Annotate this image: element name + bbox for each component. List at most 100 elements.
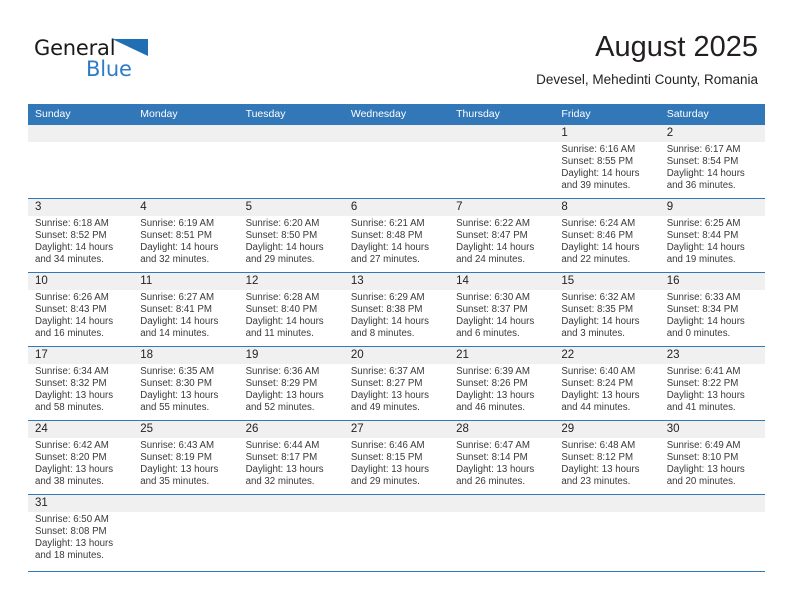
page-title: August 2025 [595, 31, 758, 63]
calendar-day-cell[interactable]: 28 Sunrise: 6:47 AM Sunset: 8:14 PM Dayl… [449, 421, 554, 494]
calendar-day-cell[interactable]: 3 Sunrise: 6:18 AM Sunset: 8:52 PM Dayli… [28, 199, 133, 272]
daylight-text-line2: and 44 minutes. [561, 402, 631, 414]
sunrise-text: Sunrise: 6:49 AM [666, 440, 741, 451]
calendar-day-cell[interactable] [133, 495, 238, 571]
sunrise-text: Sunrise: 6:32 AM [561, 292, 636, 303]
daylight-text-line2: and 32 minutes. [140, 254, 210, 266]
sunset-text: Sunset: 8:34 PM [666, 304, 739, 316]
sunrise-text: Sunrise: 6:42 AM [35, 440, 109, 451]
day-sun-info: Sunrise: 6:24 AM Sunset: 8:46 PM Dayligh… [561, 218, 653, 266]
day-number: 25 [140, 423, 154, 435]
daylight-text-line1: Daylight: 13 hours [666, 464, 745, 476]
calendar-page: General Blue August 2025 Devesel, Mehedi… [0, 0, 792, 612]
sunset-text: Sunset: 8:27 PM [350, 378, 423, 390]
general-blue-logo[interactable]: General Blue [34, 36, 224, 88]
day-number [561, 495, 653, 512]
sunrise-text: Sunrise: 6:37 AM [350, 366, 425, 377]
calendar-day-cell[interactable]: 26 Sunrise: 6:44 AM Sunset: 8:17 PM Dayl… [239, 421, 344, 494]
day-sun-info: Sunrise: 6:32 AM Sunset: 8:35 PM Dayligh… [561, 292, 653, 340]
daylight-text-line1: Daylight: 13 hours [140, 390, 219, 402]
calendar-day-cell[interactable] [239, 125, 344, 198]
calendar-day-cell[interactable]: 23 Sunrise: 6:41 AM Sunset: 8:22 PM Dayl… [660, 347, 765, 420]
calendar-day-cell[interactable]: 10 Sunrise: 6:26 AM Sunset: 8:43 PM Dayl… [28, 273, 133, 346]
calendar-day-cell[interactable] [449, 125, 554, 198]
calendar-day-cell[interactable]: 18 Sunrise: 6:35 AM Sunset: 8:30 PM Dayl… [133, 347, 238, 420]
calendar-day-cell[interactable]: 6 Sunrise: 6:21 AM Sunset: 8:48 PM Dayli… [344, 199, 449, 272]
day-number [140, 125, 232, 142]
calendar-day-cell[interactable] [660, 495, 765, 571]
daylight-text-line1: Daylight: 14 hours [35, 316, 114, 328]
calendar-day-cell[interactable]: 20 Sunrise: 6:37 AM Sunset: 8:27 PM Dayl… [344, 347, 449, 420]
day-number: 10 [35, 275, 48, 287]
day-number: 30 [666, 423, 680, 435]
calendar-day-cell[interactable]: 22 Sunrise: 6:40 AM Sunset: 8:24 PM Dayl… [554, 347, 659, 420]
calendar-day-cell[interactable]: 12 Sunrise: 6:28 AM Sunset: 8:40 PM Dayl… [239, 273, 344, 346]
calendar-day-cell[interactable]: 14 Sunrise: 6:30 AM Sunset: 8:37 PM Dayl… [449, 273, 554, 346]
sunset-text: Sunset: 8:17 PM [245, 452, 318, 464]
calendar-day-cell[interactable]: 24 Sunrise: 6:42 AM Sunset: 8:20 PM Dayl… [28, 421, 133, 494]
sunset-text: Sunset: 8:37 PM [456, 304, 528, 316]
daylight-text-line2: and 19 minutes. [666, 254, 736, 266]
day-sun-info: Sunrise: 6:42 AM Sunset: 8:20 PM Dayligh… [35, 440, 127, 488]
sunset-text: Sunset: 8:10 PM [666, 452, 739, 464]
calendar-day-cell[interactable]: 7 Sunrise: 6:22 AM Sunset: 8:47 PM Dayli… [449, 199, 554, 272]
calendar-day-cell[interactable]: 21 Sunrise: 6:39 AM Sunset: 8:26 PM Dayl… [449, 347, 554, 420]
sunset-text: Sunset: 8:19 PM [140, 452, 212, 464]
calendar-day-cell[interactable] [344, 125, 449, 198]
calendar-day-cell[interactable]: 19 Sunrise: 6:36 AM Sunset: 8:29 PM Dayl… [239, 347, 344, 420]
calendar-day-cell[interactable]: 27 Sunrise: 6:46 AM Sunset: 8:15 PM Dayl… [344, 421, 449, 494]
calendar-day-cell[interactable]: 9 Sunrise: 6:25 AM Sunset: 8:44 PM Dayli… [660, 199, 765, 272]
calendar-day-cell[interactable]: 4 Sunrise: 6:19 AM Sunset: 8:51 PM Dayli… [133, 199, 238, 272]
daylight-text-line2: and 36 minutes. [666, 180, 736, 192]
sunset-text: Sunset: 8:46 PM [561, 230, 634, 242]
calendar-day-cell[interactable]: 8 Sunrise: 6:24 AM Sunset: 8:46 PM Dayli… [554, 199, 659, 272]
blue-triangle-flag-icon [112, 39, 150, 59]
sunrise-text: Sunrise: 6:50 AM [35, 514, 109, 525]
sunrise-text: Sunrise: 6:35 AM [140, 366, 215, 377]
calendar-day-cell[interactable]: 1 Sunrise: 6:16 AM Sunset: 8:55 PM Dayli… [554, 125, 659, 198]
daylight-text-line1: Daylight: 14 hours [35, 242, 114, 254]
sunset-text: Sunset: 8:32 PM [35, 378, 107, 390]
sunrise-text: Sunrise: 6:46 AM [350, 440, 425, 451]
day-number [456, 125, 548, 142]
calendar-day-cell[interactable]: 30 Sunrise: 6:49 AM Sunset: 8:10 PM Dayl… [660, 421, 765, 494]
calendar-day-cell[interactable] [449, 495, 554, 571]
calendar-day-cell[interactable]: 16 Sunrise: 6:33 AM Sunset: 8:34 PM Dayl… [660, 273, 765, 346]
day-sun-info: Sunrise: 6:17 AM Sunset: 8:54 PM Dayligh… [667, 144, 759, 192]
daylight-text-line2: and 6 minutes. [456, 328, 520, 340]
sunset-text: Sunset: 8:54 PM [666, 156, 739, 168]
calendar-day-cell[interactable]: 17 Sunrise: 6:34 AM Sunset: 8:32 PM Dayl… [28, 347, 133, 420]
day-number [246, 125, 338, 142]
calendar-day-cell[interactable]: 5 Sunrise: 6:20 AM Sunset: 8:50 PM Dayli… [239, 199, 344, 272]
sunrise-text: Sunrise: 6:40 AM [561, 366, 636, 377]
calendar-day-cell[interactable]: 25 Sunrise: 6:43 AM Sunset: 8:19 PM Dayl… [133, 421, 238, 494]
calendar-day-cell[interactable] [28, 125, 133, 198]
sunrise-text: Sunrise: 6:22 AM [456, 218, 530, 229]
sunrise-text: Sunrise: 6:21 AM [350, 218, 425, 229]
calendar-day-cell[interactable]: 15 Sunrise: 6:32 AM Sunset: 8:35 PM Dayl… [554, 273, 659, 346]
calendar-day-cell[interactable]: 31 Sunrise: 6:50 AM Sunset: 8:08 PM Dayl… [28, 495, 133, 571]
weekday-header-tuesday: Tuesday [245, 108, 286, 120]
sunrise-text: Sunrise: 6:39 AM [456, 366, 530, 377]
day-sun-info: Sunrise: 6:25 AM Sunset: 8:44 PM Dayligh… [667, 218, 759, 266]
calendar-day-cell[interactable] [554, 495, 659, 571]
calendar-day-cell[interactable]: 11 Sunrise: 6:27 AM Sunset: 8:41 PM Dayl… [133, 273, 238, 346]
sunset-text: Sunset: 8:30 PM [140, 378, 212, 390]
weekday-header-row: Sunday Monday Tuesday Wednesday Thursday… [28, 104, 765, 124]
daylight-text-line2: and 29 minutes. [350, 476, 420, 488]
calendar-day-cell[interactable]: 2 Sunrise: 6:17 AM Sunset: 8:54 PM Dayli… [660, 125, 765, 198]
day-sun-info: Sunrise: 6:39 AM Sunset: 8:26 PM Dayligh… [456, 366, 548, 414]
page-subtitle: Devesel, Mehedinti County, Romania [536, 72, 758, 87]
calendar-day-cell[interactable] [344, 495, 449, 571]
calendar-day-cell[interactable]: 29 Sunrise: 6:48 AM Sunset: 8:12 PM Dayl… [554, 421, 659, 494]
sunrise-text: Sunrise: 6:30 AM [456, 292, 530, 303]
day-number: 12 [245, 275, 259, 287]
calendar-day-cell[interactable] [133, 125, 238, 198]
calendar-day-cell[interactable] [239, 495, 344, 571]
calendar-day-cell[interactable]: 13 Sunrise: 6:29 AM Sunset: 8:38 PM Dayl… [344, 273, 449, 346]
day-sun-info: Sunrise: 6:46 AM Sunset: 8:15 PM Dayligh… [351, 440, 443, 488]
day-number: 3 [35, 201, 42, 213]
sunset-text: Sunset: 8:38 PM [350, 304, 423, 316]
day-number [456, 495, 548, 512]
daylight-text-line1: Daylight: 14 hours [456, 316, 535, 328]
